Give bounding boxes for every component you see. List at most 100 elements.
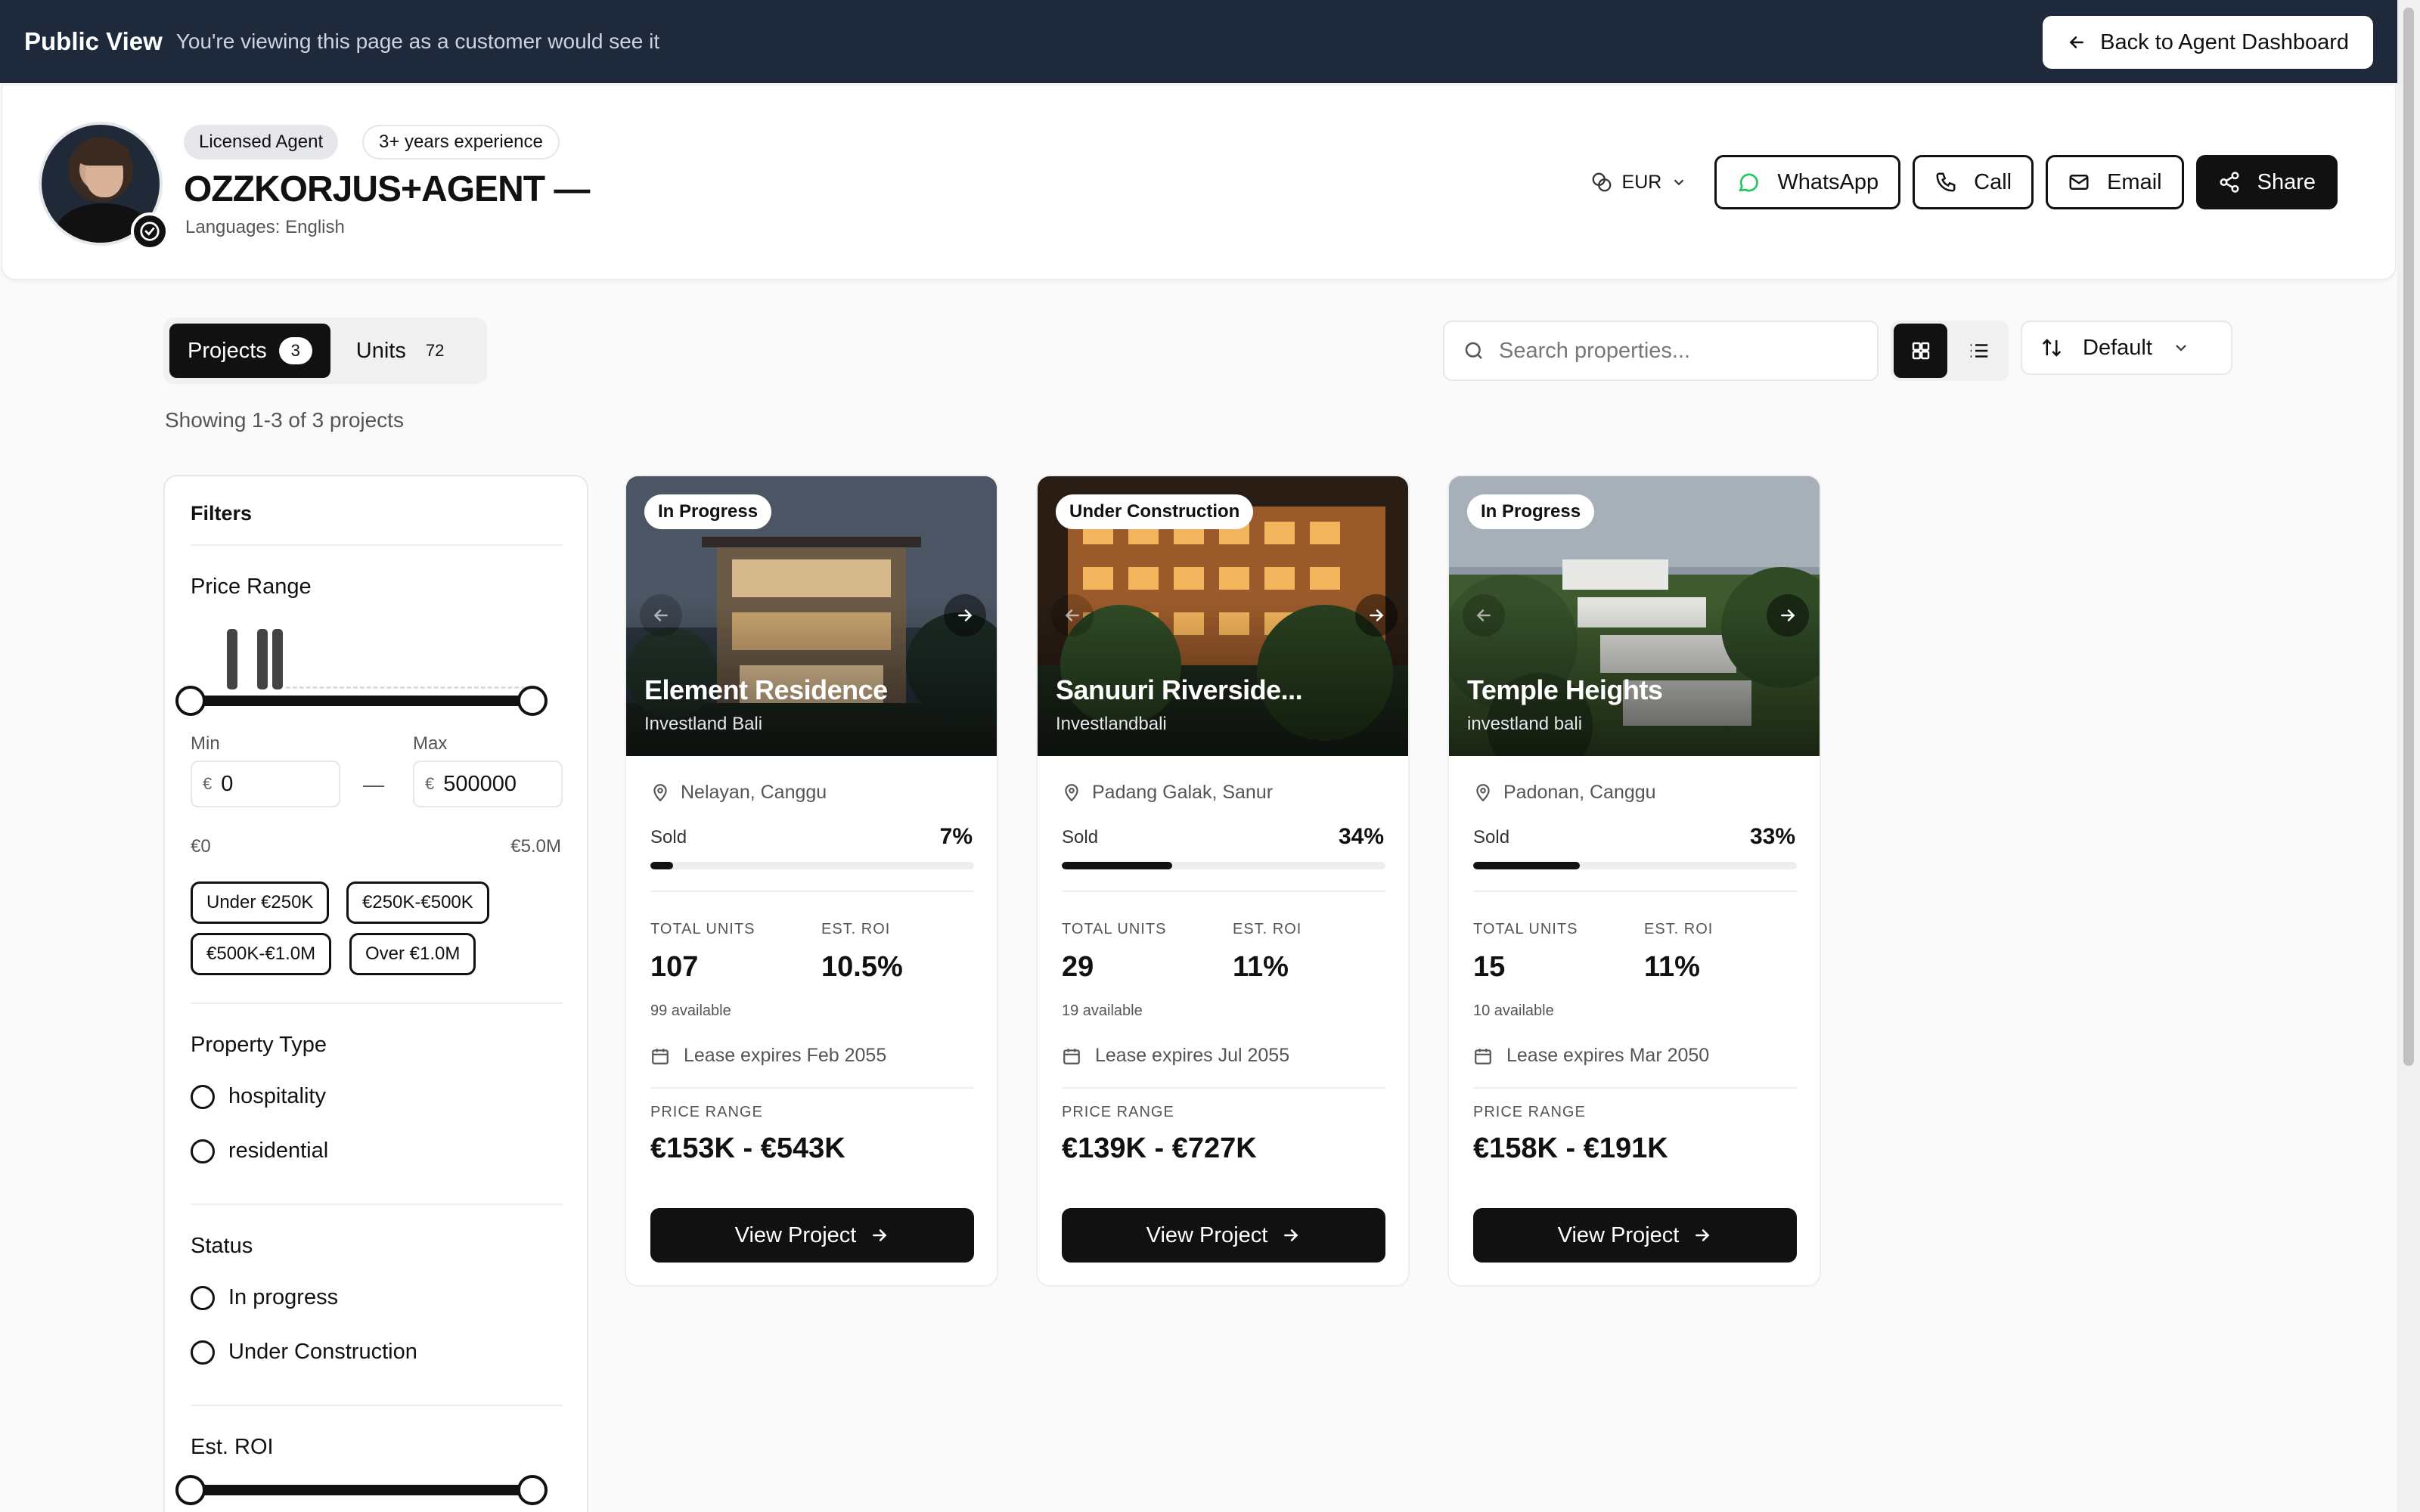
status-option-in-progress[interactable]: In progress [191,1285,338,1310]
currency-selector[interactable]: EUR [1590,171,1688,194]
units-available: 99 available [650,1002,731,1019]
next-image-button[interactable] [1767,594,1809,637]
roi-max-handle[interactable] [517,1475,548,1505]
sort-dropdown[interactable]: Default [2021,321,2232,375]
sold-progress-bar [650,862,974,869]
price-range-heading: Price Range [191,575,312,599]
grid-view-button[interactable] [1894,324,1947,378]
previous-image-button[interactable] [1051,594,1094,637]
currency-value: EUR [1621,171,1662,193]
price-range-label: PRICE RANGE [650,1104,763,1120]
search-placeholder: Search properties... [1499,338,1691,363]
roi-heading: Est. ROI [191,1435,274,1459]
next-image-button[interactable] [944,594,986,637]
share-button[interactable]: Share [2195,155,2338,209]
arrow-left-icon [653,609,668,621]
previous-image-button[interactable] [640,594,682,637]
share-icon [2220,172,2239,193]
arrow-left-icon [1476,609,1491,621]
sold-label: Sold [1473,827,1510,847]
call-button[interactable]: Call [1913,155,2034,209]
back-to-dashboard-button[interactable]: Back to Agent Dashboard [2043,16,2373,69]
roi-min-handle[interactable] [175,1475,206,1505]
status-option-under-construction[interactable]: Under Construction [191,1340,417,1365]
lease-info: Lease expires Jul 2055 [1062,1045,1289,1067]
list-view-button[interactable] [1952,324,2006,378]
price-max-field[interactable]: € 500000 [413,761,563,807]
list-icon [1970,344,1987,358]
card-divider [650,891,974,892]
project-developer: Investlandbali [1056,714,1167,734]
card-divider [650,1087,974,1089]
banner-title: Public View [24,27,163,55]
filters-divider [191,1002,563,1004]
listing-tabs: Projects 3 Units 72 [163,318,487,384]
arrow-right-icon [1781,609,1795,621]
price-pill-250k-500k[interactable]: €250K-€500K [346,881,489,924]
price-pill-500k-1m[interactable]: €500K-€1.0M [191,933,332,975]
previous-image-button[interactable] [1463,594,1505,637]
units-available: 19 available [1062,1002,1143,1019]
sold-label: Sold [1062,827,1099,847]
roi-value: 11% [1233,951,1289,983]
sold-progress-fill [1473,862,1581,869]
view-project-button[interactable]: View Project [1473,1208,1797,1263]
agent-name: OZZKORJUS+AGENT — [184,169,590,209]
project-name: Temple Heights [1467,674,1663,705]
sold-progress-bar [1062,862,1385,869]
type-option-residential[interactable]: residential [191,1139,328,1163]
tab-units[interactable]: Units 72 [338,324,470,378]
tab-units-label: Units [355,338,406,363]
radio-circle-icon [191,1340,215,1365]
roi-slider-track[interactable] [191,1485,532,1495]
card-divider [1062,1087,1385,1089]
project-developer: Investland Bali [644,714,763,734]
project-card-3[interactable]: In Progress Temple Heights investland ba… [1447,475,1821,1287]
view-project-button[interactable]: View Project [650,1208,974,1263]
whatsapp-button[interactable]: WhatsApp [1714,155,1901,209]
project-card-2[interactable]: Under Construction Sanuuri Riverside... … [1036,475,1410,1287]
email-button[interactable]: Email [2046,155,2184,209]
project-image[interactable]: In Progress Element Residence Investland… [626,476,997,756]
project-image[interactable]: Under Construction Sanuuri Riverside... … [1038,476,1408,756]
roi-value: 11% [1644,951,1700,983]
public-view-banner: Public View You're viewing this page as … [0,0,2397,83]
calendar-icon [1475,1048,1491,1064]
calendar-icon [652,1048,669,1064]
card-divider [1473,1087,1797,1089]
type-option-hospitality[interactable]: hospitality [191,1084,326,1109]
price-slider-track[interactable] [191,696,532,706]
tab-projects-count: 3 [278,337,312,364]
verified-badge-icon [131,212,169,250]
price-range-value: €139K - €727K [1062,1132,1257,1164]
price-min-field[interactable]: € 0 [191,761,340,807]
sold-percentage: 34% [1338,824,1384,849]
arrow-right-icon [873,1229,887,1241]
range-separator: — [363,773,384,796]
price-pill-under-250k[interactable]: Under €250K [191,881,330,924]
project-location: Padang Galak, Sanur [1062,782,1273,804]
range-max-text: €5.0M [510,836,561,857]
price-min-handle[interactable] [175,686,206,716]
chevron-down-icon [1674,179,1684,186]
tab-projects[interactable]: Projects 3 [169,324,330,378]
view-project-button[interactable]: View Project [1062,1208,1385,1263]
price-pill-over-1m[interactable]: Over €1.0M [349,933,476,975]
arrow-right-icon [1696,1229,1710,1241]
search-input[interactable]: Search properties... [1443,321,1879,381]
project-card-1[interactable]: In Progress Element Residence Investland… [625,475,998,1287]
project-image[interactable]: In Progress Temple Heights investland ba… [1449,476,1820,779]
sold-progress-fill [1062,862,1172,869]
scrollbar-thumb[interactable] [2403,8,2414,1066]
price-max-handle[interactable] [517,686,548,716]
project-location-text: Padang Galak, Sanur [1092,782,1274,803]
next-image-button[interactable] [1355,594,1398,637]
page-scrollbar[interactable] [2397,0,2420,1512]
range-min-text: €0 [191,836,211,857]
agent-languages: Languages: English [185,217,345,237]
max-value: 500000 [443,771,517,796]
total-units-label: TOTAL UNITS [1473,921,1578,937]
min-currency-symbol: € [203,774,213,793]
phone-icon [1936,172,1956,192]
type-option-label: hospitality [228,1084,326,1108]
